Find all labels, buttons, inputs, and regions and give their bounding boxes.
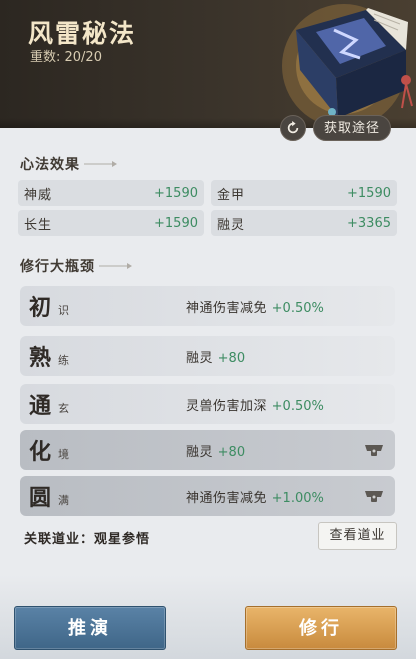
stage-char: 圆 xyxy=(29,485,52,511)
header-panel: 风雷秘法 重数: 20/20 xyxy=(0,0,416,128)
progress-moons xyxy=(88,442,167,457)
crescent-moon-icon xyxy=(139,349,146,362)
stage-effect: 融灵 +80 xyxy=(186,441,245,460)
stat-name: 神威 xyxy=(24,187,53,203)
effect-value: +1.00% xyxy=(271,491,324,506)
stage-subchar: 满 xyxy=(58,494,69,507)
stat-shenwei: 神威 +1590 xyxy=(18,180,204,206)
stage-subchar: 识 xyxy=(58,304,69,317)
progress-moons xyxy=(88,396,167,411)
title-flourish-icon xyxy=(99,263,132,269)
progress-moons xyxy=(88,488,167,503)
bottleneck-section-title: 修行大瓶颈 xyxy=(20,256,133,276)
related-path-text: 关联道业：观星参悟 xyxy=(24,532,151,547)
effect-value: +0.50% xyxy=(271,399,324,414)
crescent-moon-icon xyxy=(107,443,114,456)
secret-book-illustration xyxy=(282,4,413,128)
crescent-moon-icon xyxy=(139,489,146,502)
cultivate-button[interactable]: 修行 xyxy=(245,606,397,650)
crescent-moon-icon xyxy=(123,489,130,502)
effect-value: +0.50% xyxy=(271,301,324,316)
stat-value: +3365 xyxy=(347,215,391,231)
stat-jinjia: 金甲 +1590 xyxy=(211,180,397,206)
stage-effect: 神通伤害减免 +1.00% xyxy=(186,487,324,506)
crescent-moon-icon xyxy=(123,443,130,456)
crescent-moon-icon xyxy=(107,489,114,502)
progress-moons xyxy=(88,298,167,313)
deduce-button[interactable]: 推演 xyxy=(14,606,166,650)
crescent-moon-icon xyxy=(91,299,98,312)
crescent-moon-icon xyxy=(107,349,114,362)
lock-icon xyxy=(365,491,383,502)
crescent-moon-icon xyxy=(91,489,98,502)
bottleneck-row[interactable]: 熟练 融灵 +80 xyxy=(20,336,395,376)
get-path-group: 获取途径 xyxy=(280,114,396,142)
stat-value: +1590 xyxy=(154,215,198,231)
crescent-moon-icon xyxy=(123,349,130,362)
refresh-button[interactable] xyxy=(280,115,306,141)
stage-char: 熟 xyxy=(29,345,52,371)
skill-title: 风雷秘法 xyxy=(28,19,137,48)
header-moons xyxy=(28,78,87,95)
crescent-moon-icon xyxy=(155,397,162,410)
effect-name: 灵兽伤害加深 xyxy=(186,399,268,414)
stat-value: +1590 xyxy=(347,185,391,201)
stat-name: 金甲 xyxy=(217,187,246,203)
stage-subchar: 玄 xyxy=(58,402,69,415)
crescent-moon-icon xyxy=(123,299,130,312)
stage-subchar: 境 xyxy=(58,448,69,461)
crescent-moon-icon xyxy=(32,79,40,94)
effect-name: 融灵 xyxy=(186,445,214,460)
effect-name: 融灵 xyxy=(186,351,214,366)
effect-name: 神通伤害减免 xyxy=(186,301,268,316)
crescent-moon-icon xyxy=(155,349,162,362)
effect-value: +80 xyxy=(217,445,246,460)
progress-moons xyxy=(88,348,167,363)
stat-name: 长生 xyxy=(24,217,53,233)
crescent-moon-icon xyxy=(139,397,146,410)
crescent-moon-icon xyxy=(91,397,98,410)
lock-icon xyxy=(365,445,383,456)
crescent-moon-icon xyxy=(107,397,114,410)
stage-char: 通 xyxy=(29,393,52,419)
stat-name: 融灵 xyxy=(217,217,246,233)
effect-name: 神通伤害减免 xyxy=(186,491,268,506)
crescent-moon-icon xyxy=(123,397,130,410)
stage-char: 初 xyxy=(29,295,52,321)
crescent-moon-icon xyxy=(139,443,146,456)
crescent-moon-icon xyxy=(53,79,61,94)
stage-char: 化 xyxy=(29,439,52,465)
crescent-moon-icon xyxy=(107,299,114,312)
get-path-button[interactable]: 获取途径 xyxy=(313,115,392,141)
crescent-moon-icon xyxy=(91,443,98,456)
crescent-moon-icon xyxy=(74,79,82,94)
refresh-icon xyxy=(287,121,299,134)
stage-effect: 融灵 +80 xyxy=(186,347,245,366)
bottleneck-row[interactable]: 通玄 灵兽伤害加深 +0.50% xyxy=(20,384,395,424)
effects-title-text: 心法效果 xyxy=(20,157,80,173)
stage-subchar: 练 xyxy=(58,354,69,367)
crescent-moon-icon xyxy=(139,299,146,312)
crescent-moon-icon xyxy=(155,443,162,456)
crescent-moon-icon xyxy=(91,349,98,362)
bottleneck-row[interactable]: 初识 神通伤害减免 +0.50% xyxy=(20,286,395,326)
view-path-button[interactable]: 查看道业 xyxy=(318,522,397,550)
bottleneck-row[interactable]: 化境 融灵 +80 xyxy=(20,430,395,470)
stage-effect: 灵兽伤害加深 +0.50% xyxy=(186,395,324,414)
bottleneck-row[interactable]: 圆满 神通伤害减免 +1.00% xyxy=(20,476,395,516)
crescent-moon-icon xyxy=(155,299,162,312)
stat-rongling: 融灵 +3365 xyxy=(211,210,397,236)
crescent-moon-icon xyxy=(155,489,162,502)
effect-value: +80 xyxy=(217,351,246,366)
stat-changsheng: 长生 +1590 xyxy=(18,210,204,236)
stage-effect: 神通伤害减免 +0.50% xyxy=(186,297,324,316)
stat-value: +1590 xyxy=(154,185,198,201)
title-flourish-icon xyxy=(84,161,117,167)
effects-section-title: 心法效果 xyxy=(20,154,118,174)
level-text: 重数: 20/20 xyxy=(30,50,102,65)
bottleneck-title-text: 修行大瓶颈 xyxy=(20,259,95,275)
